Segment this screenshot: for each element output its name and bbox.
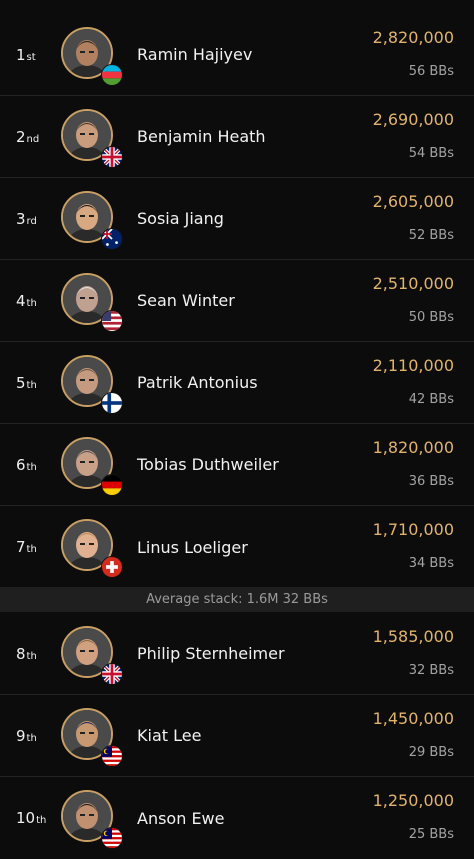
player-name: Benjamin Heath [137,127,266,146]
player-row[interactable]: 8th Philip Sternheimer 1,585,000 32 BBs [0,613,474,695]
flag-icon [101,556,123,578]
player-name: Sosia Jiang [137,209,224,228]
position: 6th [16,455,37,474]
position: 2nd [16,127,40,146]
flag-icon [101,310,123,332]
chip-count: 1,450,000 [372,709,454,728]
big-blinds: 32 BBs [408,663,454,678]
chip-count: 1,820,000 [372,438,454,457]
player-name: Tobias Duthweiler [137,455,279,474]
big-blinds: 25 BBs [408,827,454,842]
position: 9th [16,726,37,745]
chip-count: 1,585,000 [372,627,454,646]
big-blinds: 54 BBs [408,146,454,161]
player-row[interactable]: 3rd Sosia Jiang 2,605,000 52 BBs [0,178,474,260]
chip-count: 1,710,000 [372,520,454,539]
position: 3rd [16,209,37,228]
flag-icon [101,64,123,86]
big-blinds: 42 BBs [408,392,454,407]
player-row[interactable]: 7th Linus Loeliger 1,710,000 34 BBs [0,506,474,588]
big-blinds: 56 BBs [408,64,454,79]
flag-icon [101,827,123,849]
position: 4th [16,291,37,310]
flag-icon [101,228,123,250]
player-name: Linus Loeliger [137,537,248,557]
position: 7th [16,538,37,556]
chip-count: 2,605,000 [372,192,454,211]
chip-count: 2,510,000 [372,274,454,293]
flag-icon [101,663,123,685]
big-blinds: 50 BBs [408,310,454,325]
chip-count: 1,250,000 [372,791,454,810]
flag-icon [101,474,123,496]
chip-count: 2,820,000 [372,28,454,47]
big-blinds: 34 BBs [408,556,454,571]
big-blinds: 52 BBs [408,228,454,243]
player-name: Kiat Lee [137,726,202,745]
flag-icon [101,146,123,168]
position: 10th [16,809,47,827]
player-row[interactable]: 2nd Benjamin Heath 2,690,000 54 BBs [0,96,474,178]
player-row[interactable]: 10th Anson Ewe 1,250,000 25 BBs [0,777,474,859]
flag-icon [101,392,123,414]
player-row[interactable]: 4th Sean Winter 2,510,000 50 BBs [0,260,474,342]
position: 1st [16,45,36,64]
leaderboard: 1st Ramin Hajiyev 2,820,000 56 BBs 2nd B… [0,0,474,854]
player-row[interactable]: 5th Patrik Antonius 2,110,000 42 BBs [0,342,474,424]
player-row[interactable]: 6th Tobias Duthweiler 1,820,000 36 BBs [0,424,474,506]
player-row[interactable]: 1st Ramin Hajiyev 2,820,000 56 BBs [0,14,474,96]
player-name: Ramin Hajiyev [137,45,253,64]
player-name: Sean Winter [137,291,235,310]
flag-icon [101,745,123,767]
big-blinds: 29 BBs [408,745,454,760]
average-stack-banner: Average stack: 1.6M 32 BBs [0,587,474,612]
position: 5th [16,373,37,392]
chip-count: 2,690,000 [372,110,454,129]
chip-count: 2,110,000 [372,356,454,375]
player-row[interactable]: 9th Kiat Lee 1,450,000 29 BBs [0,695,474,777]
position: 8th [16,644,37,663]
player-name: Anson Ewe [137,808,225,828]
player-name: Patrik Antonius [137,373,258,392]
big-blinds: 36 BBs [408,474,454,489]
player-name: Philip Sternheimer [137,644,285,663]
